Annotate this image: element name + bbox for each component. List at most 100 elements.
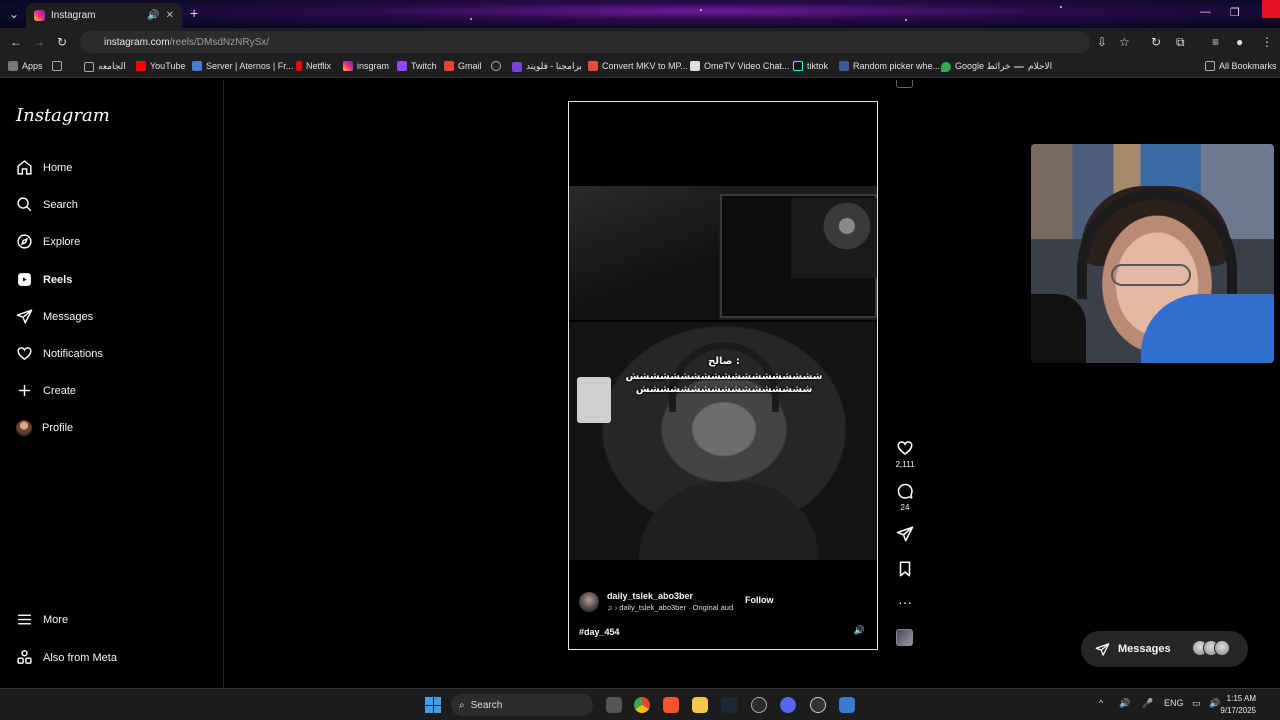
display-icon[interactable]: ▭ <box>1192 698 1201 709</box>
share-icon <box>896 526 914 542</box>
close-tab-icon[interactable]: ✕ <box>166 10 174 21</box>
sidebar-item-label: Search <box>43 198 78 211</box>
new-tab-icon[interactable]: + <box>190 5 198 21</box>
instagram-logo[interactable]: Instagram <box>16 105 110 126</box>
sidebar-item-label: Messages <box>43 310 94 323</box>
bookmark-ometv[interactable]: OmeTV Video Chat... <box>690 61 789 71</box>
task-view-icon[interactable] <box>606 697 622 713</box>
audio-thumbnail[interactable] <box>896 629 913 646</box>
reel-author[interactable]: daily_tslek_abo3ber ♫ › daily_tslek_abo3… <box>579 591 733 612</box>
bookmark-dreams[interactable]: الاحلام <box>1014 61 1052 72</box>
twitch-icon <box>397 61 407 71</box>
share-button[interactable] <box>893 525 917 546</box>
app-icon[interactable] <box>839 697 855 713</box>
reel-hashtag[interactable]: #day_454 <box>579 627 620 637</box>
audio-label[interactable]: ♫ › daily_tslek_abo3ber · Original aud <box>607 603 733 612</box>
save-button[interactable] <box>893 560 917 581</box>
speaker-icon[interactable]: 🔊 <box>1119 698 1130 709</box>
bookmark-globe[interactable] <box>491 61 501 71</box>
window-close-button[interactable] <box>1262 0 1280 18</box>
brave-icon[interactable] <box>663 697 679 713</box>
reel-footer: daily_tslek_abo3ber ♫ › daily_tslek_abo3… <box>569 559 877 649</box>
message-avatars <box>1192 640 1230 656</box>
media-icon[interactable]: ≡ <box>1212 35 1219 49</box>
explore-icon <box>17 234 32 249</box>
minimize-icon[interactable]: — <box>1200 6 1211 18</box>
all-bookmarks[interactable]: All Bookmarks <box>1205 61 1277 71</box>
bookmark-floyd[interactable]: برامجنا - فلويند <box>512 61 582 72</box>
volume-icon[interactable]: 🔊 <box>1209 698 1220 709</box>
speaker-icon[interactable]: 🔊 <box>147 10 159 21</box>
folder-icon <box>84 61 94 72</box>
chrome-icon[interactable] <box>634 697 650 713</box>
bookmark-tiktok[interactable]: tiktok <box>793 61 828 71</box>
bookmark-netflix[interactable]: Netflix <box>296 61 331 71</box>
profile-icon[interactable]: ● <box>1236 35 1243 49</box>
extensions-icon[interactable]: ⧉ <box>1176 35 1185 50</box>
sidebar-item-profile[interactable]: Profile <box>16 420 73 436</box>
restore-icon[interactable]: ❐ <box>1230 6 1240 19</box>
forward-icon[interactable]: → <box>33 35 45 49</box>
chevron-up-icon[interactable]: ^ <box>1099 698 1103 708</box>
volume-icon[interactable]: 🔊 <box>854 625 865 636</box>
instagram-favicon <box>34 10 45 21</box>
language-indicator[interactable]: ENG <box>1164 698 1184 708</box>
author-username[interactable]: daily_tslek_abo3ber <box>607 591 733 601</box>
install-app-icon[interactable]: ⇩ <box>1097 35 1107 49</box>
background-star <box>905 19 907 21</box>
globe-icon <box>491 61 501 71</box>
bookmark-twitch[interactable]: Twitch <box>397 61 437 71</box>
back-icon[interactable]: ← <box>10 35 22 49</box>
more-options-icon[interactable]: ··· <box>893 594 917 610</box>
steam-icon[interactable] <box>721 697 737 713</box>
bookmark-youtube[interactable]: YouTube <box>136 61 185 71</box>
browser-toolbar: ← → ↻ instagram.com/reels/DMsdNzNRySx/ ⇩… <box>0 28 1280 56</box>
sidebar-item-notifications[interactable]: Notifications <box>16 345 103 362</box>
app-icon[interactable] <box>751 697 767 713</box>
taskbar-search[interactable]: ⌕ Search <box>451 694 593 716</box>
tab-search-icon[interactable]: ⌄ <box>9 7 19 21</box>
sidebar-item-reels[interactable]: Reels <box>16 271 72 288</box>
apps-grid-icon[interactable] <box>52 61 62 71</box>
bookmark-google-maps[interactable]: Google خرائط <box>941 61 1011 72</box>
heart-icon <box>897 441 913 455</box>
instagram-icon <box>343 61 353 71</box>
gmail-icon <box>444 61 454 71</box>
sidebar-item-explore[interactable]: Explore <box>16 233 80 250</box>
comment-button[interactable]: 24 <box>893 482 917 512</box>
sidebar-item-also-from-meta[interactable]: Also from Meta <box>16 649 117 666</box>
bookmark-instagram[interactable]: insgram <box>343 61 389 71</box>
system-clock[interactable]: 1:15 AM 9/17/2025 <box>1220 693 1256 717</box>
bookmark-aternos[interactable]: Server | Aternos | Fr... <box>192 61 293 71</box>
bookmark-convert[interactable]: Convert MKV to MP... <box>588 61 688 71</box>
sidebar-item-create[interactable]: Create <box>16 382 76 399</box>
browser-tab[interactable]: Instagram 🔊 ✕ <box>26 3 182 28</box>
messages-icon <box>16 309 33 324</box>
sidebar-item-messages[interactable]: Messages <box>16 308 93 325</box>
bookmark-gmail[interactable]: Gmail <box>444 61 482 71</box>
clock-time: 1:15 AM <box>1226 694 1256 703</box>
avatar[interactable] <box>579 591 599 612</box>
previous-reel-thumbnail[interactable] <box>896 80 913 88</box>
sidebar-item-home[interactable]: Home <box>16 159 72 176</box>
reload-icon[interactable]: ↻ <box>57 35 67 49</box>
messages-popup-button[interactable]: Messages <box>1081 631 1248 667</box>
reel-video[interactable]: صالح : ششششششششششششششششششش ششششششششششششش… <box>568 101 878 650</box>
bookmark-apps[interactable]: Apps <box>8 61 43 71</box>
sidebar-item-more[interactable]: More <box>16 611 68 628</box>
discord-icon[interactable] <box>780 697 796 713</box>
like-button[interactable]: 2,111 <box>893 439 917 469</box>
convert-icon <box>588 61 598 71</box>
background-star <box>470 18 472 20</box>
menu-icon[interactable]: ⋮ <box>1261 35 1273 49</box>
follow-button[interactable]: Follow <box>745 595 774 605</box>
windows-start-button[interactable] <box>425 697 441 713</box>
bookmark-random-picker[interactable]: Random picker whe... <box>839 61 940 71</box>
bookmark-star-icon[interactable]: ☆ <box>1119 35 1130 49</box>
sidebar-item-search[interactable]: Search <box>16 196 78 213</box>
address-bar[interactable]: instagram.com/reels/DMsdNzNRySx/ <box>80 31 1090 53</box>
app-icon[interactable] <box>810 697 826 713</box>
bookmark-folder[interactable]: الجامعه <box>84 61 126 72</box>
file-explorer-icon[interactable] <box>692 697 708 713</box>
microphone-icon[interactable]: 🎤 <box>1142 698 1153 709</box>
